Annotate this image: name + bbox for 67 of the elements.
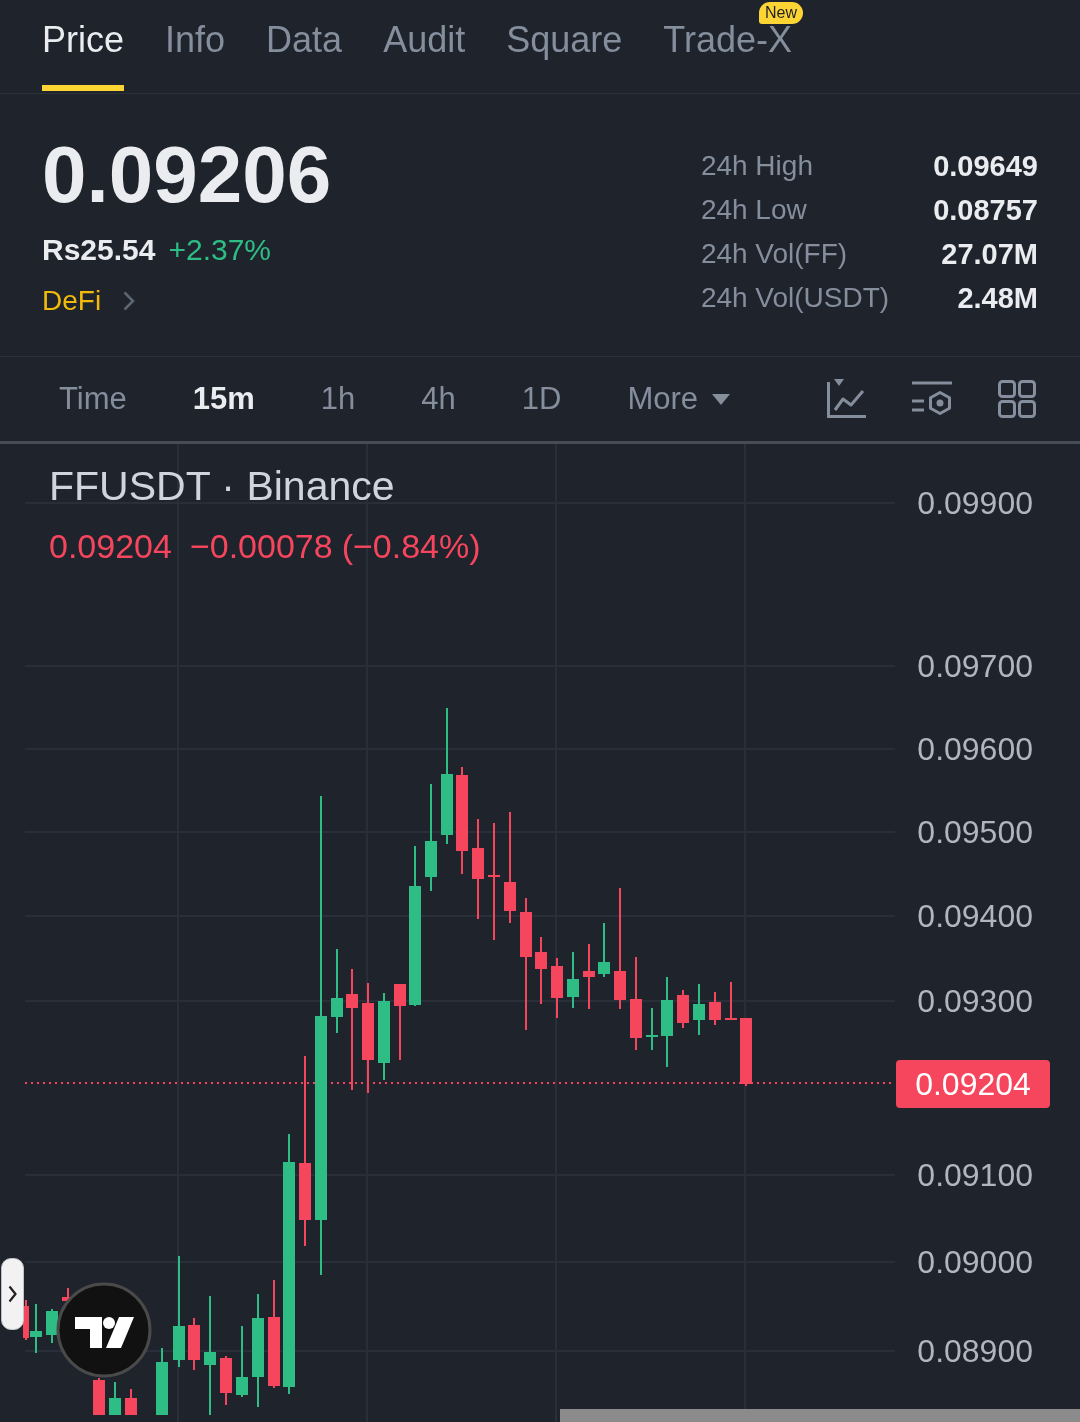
rising-candle (46, 1309, 58, 1343)
stat-label: 24h Low (700, 194, 808, 226)
tab[interactable]: Info (165, 0, 226, 91)
stat-value: 27.07M (941, 237, 1038, 271)
rising-candle (567, 952, 579, 1008)
price-axis-label: 0.09300 (916, 983, 1033, 1019)
caret-down-icon (712, 393, 731, 405)
falling-candle (677, 990, 689, 1028)
new-badge: New (759, 2, 803, 24)
falling-candle (188, 1318, 200, 1370)
falling-candle (220, 1356, 232, 1405)
line-chart-icon[interactable] (826, 379, 866, 419)
price-axis-label: 0.09900 (916, 485, 1033, 521)
last-price: 0.09206 (42, 135, 332, 215)
price-axis-label: 0.09600 (916, 731, 1033, 767)
falling-candle (740, 1018, 752, 1086)
stat-value: 0.09649 (933, 149, 1038, 183)
price-axis-label: 0.09100 (916, 1157, 1033, 1193)
category-link[interactable]: DeFi (42, 284, 136, 318)
rising-candle (156, 1348, 168, 1415)
rising-candle (30, 1304, 42, 1353)
falling-candle (93, 1378, 105, 1415)
fiat-price: Rs25.54 (42, 232, 156, 268)
rising-candle (646, 1008, 658, 1050)
last-price-label: 0.09204 (896, 1060, 1050, 1108)
legend-change: −0.00078 (189, 526, 333, 566)
falling-candle (551, 958, 563, 1018)
interval-tab[interactable]: 1D (521, 381, 562, 417)
price-axis-label: 0.09700 (916, 648, 1033, 684)
tab[interactable]: Data (266, 0, 343, 91)
price-axis-label: 0.09000 (916, 1244, 1033, 1280)
falling-candle (535, 937, 547, 1004)
rising-candle (598, 923, 610, 977)
falling-candle (583, 944, 595, 1009)
falling-candle (709, 992, 721, 1025)
stat-label: 24h Vol(USDT) (700, 282, 890, 314)
settings-icon[interactable] (912, 381, 952, 417)
falling-candle (725, 982, 737, 1020)
tab[interactable]: Price (42, 0, 125, 91)
tab[interactable]: Audit (383, 0, 466, 91)
chevron-right-icon (123, 291, 136, 311)
stat-label: 24h Vol(FF) (700, 238, 849, 270)
rising-candle (109, 1382, 121, 1415)
more-dropdown[interactable]: More (627, 381, 731, 417)
price-axis-label: 0.09500 (916, 814, 1033, 850)
interval-tab[interactable]: Time (59, 381, 127, 417)
expand-handle[interactable] (1, 1258, 24, 1330)
stat-value: 2.48M (957, 281, 1038, 315)
logo-icon (56, 1282, 152, 1378)
price-change: +2.37% (168, 232, 272, 268)
pair-title: FFUSDT · Binance (49, 462, 395, 510)
chevron-right-icon (8, 1285, 17, 1303)
stat-label: 24h High (700, 150, 814, 182)
rising-candle (693, 984, 705, 1035)
interval-tab[interactable]: 15m (192, 381, 255, 417)
falling-candle (23, 1300, 29, 1340)
grid-icon[interactable] (998, 380, 1036, 418)
price-axis-label: 0.09400 (916, 898, 1033, 934)
interval-tab[interactable]: 1h (320, 381, 356, 417)
falling-candle (125, 1389, 137, 1415)
stat-value: 0.08757 (933, 193, 1038, 227)
interval-tab[interactable]: 4h (421, 381, 456, 417)
legend-price: 0.09204 (49, 526, 172, 566)
tab[interactable]: Square (506, 0, 623, 91)
price-axis-label: 0.08900 (916, 1333, 1033, 1369)
legend-change-percent: (−0.84%) (341, 526, 481, 566)
rising-candle (236, 1326, 248, 1397)
